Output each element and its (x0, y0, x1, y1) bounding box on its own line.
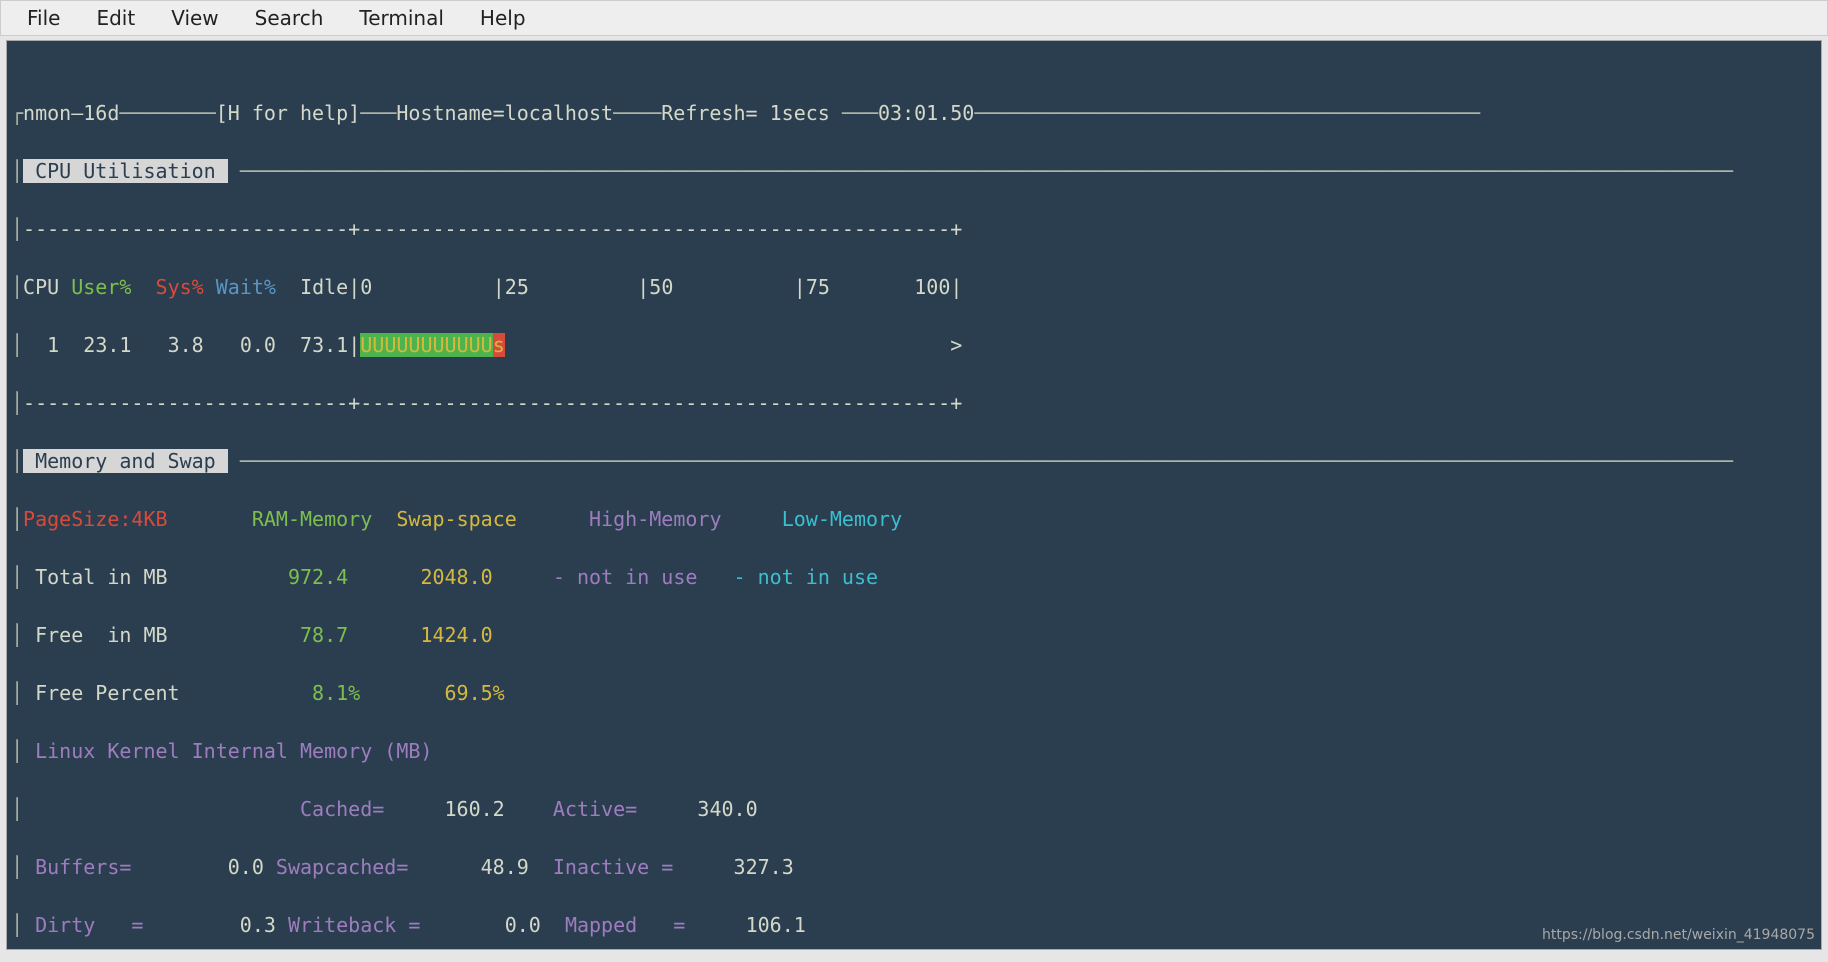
menu-help[interactable]: Help (462, 6, 544, 30)
cpu-ruler-bottom: │---------------------------+-----------… (11, 389, 1817, 418)
cpu-ruler-top: │---------------------------+-----------… (11, 215, 1817, 244)
watermark-text: https://blog.csdn.net/weixin_41948075 (1542, 925, 1815, 945)
mem-k1: │ Cached= 160.2 Active= 340.0 (11, 795, 1817, 824)
terminal-output: ┌nmon—16d────────[H for help]───Hostname… (7, 70, 1821, 950)
cpu-bar-user: UUUUUUUUUUU (360, 333, 492, 357)
menu-edit[interactable]: Edit (78, 6, 153, 30)
menu-search[interactable]: Search (237, 6, 342, 30)
cpu-row-1: │ 1 23.1 3.8 0.0 73.1|UUUUUUUUUUUs > (11, 331, 1817, 360)
banner-line: ┌nmon—16d────────[H for help]───Hostname… (11, 99, 1817, 128)
mem-total: │ Total in MB 972.4 2048.0 - not in use … (11, 563, 1817, 592)
terminal-area[interactable]: ┌nmon—16d────────[H for help]───Hostname… (6, 40, 1822, 950)
mem-pct: │ Free Percent 8.1% 69.5% (11, 679, 1817, 708)
mem-free: │ Free in MB 78.7 1424.0 (11, 621, 1817, 650)
cpu-bar-sys: s (493, 333, 505, 357)
cpu-section-header: │ CPU Utilisation ──────────────────────… (11, 157, 1817, 186)
cpu-scale-header: │CPU User% Sys% Wait% Idle|0 |25 |50 |75… (11, 273, 1817, 302)
mem-col-hdr: │PageSize:4KB RAM-Memory Swap-space High… (11, 505, 1817, 534)
mem-section-header: │ Memory and Swap ──────────────────────… (11, 447, 1817, 476)
menubar: File Edit View Search Terminal Help (0, 0, 1828, 36)
menu-view[interactable]: View (153, 6, 236, 30)
menu-terminal[interactable]: Terminal (341, 6, 462, 30)
menu-file[interactable]: File (9, 6, 78, 30)
mem-kernel-hdr: │ Linux Kernel Internal Memory (MB) (11, 737, 1817, 766)
mem-k2: │ Buffers= 0.0 Swapcached= 48.9 Inactive… (11, 853, 1817, 882)
